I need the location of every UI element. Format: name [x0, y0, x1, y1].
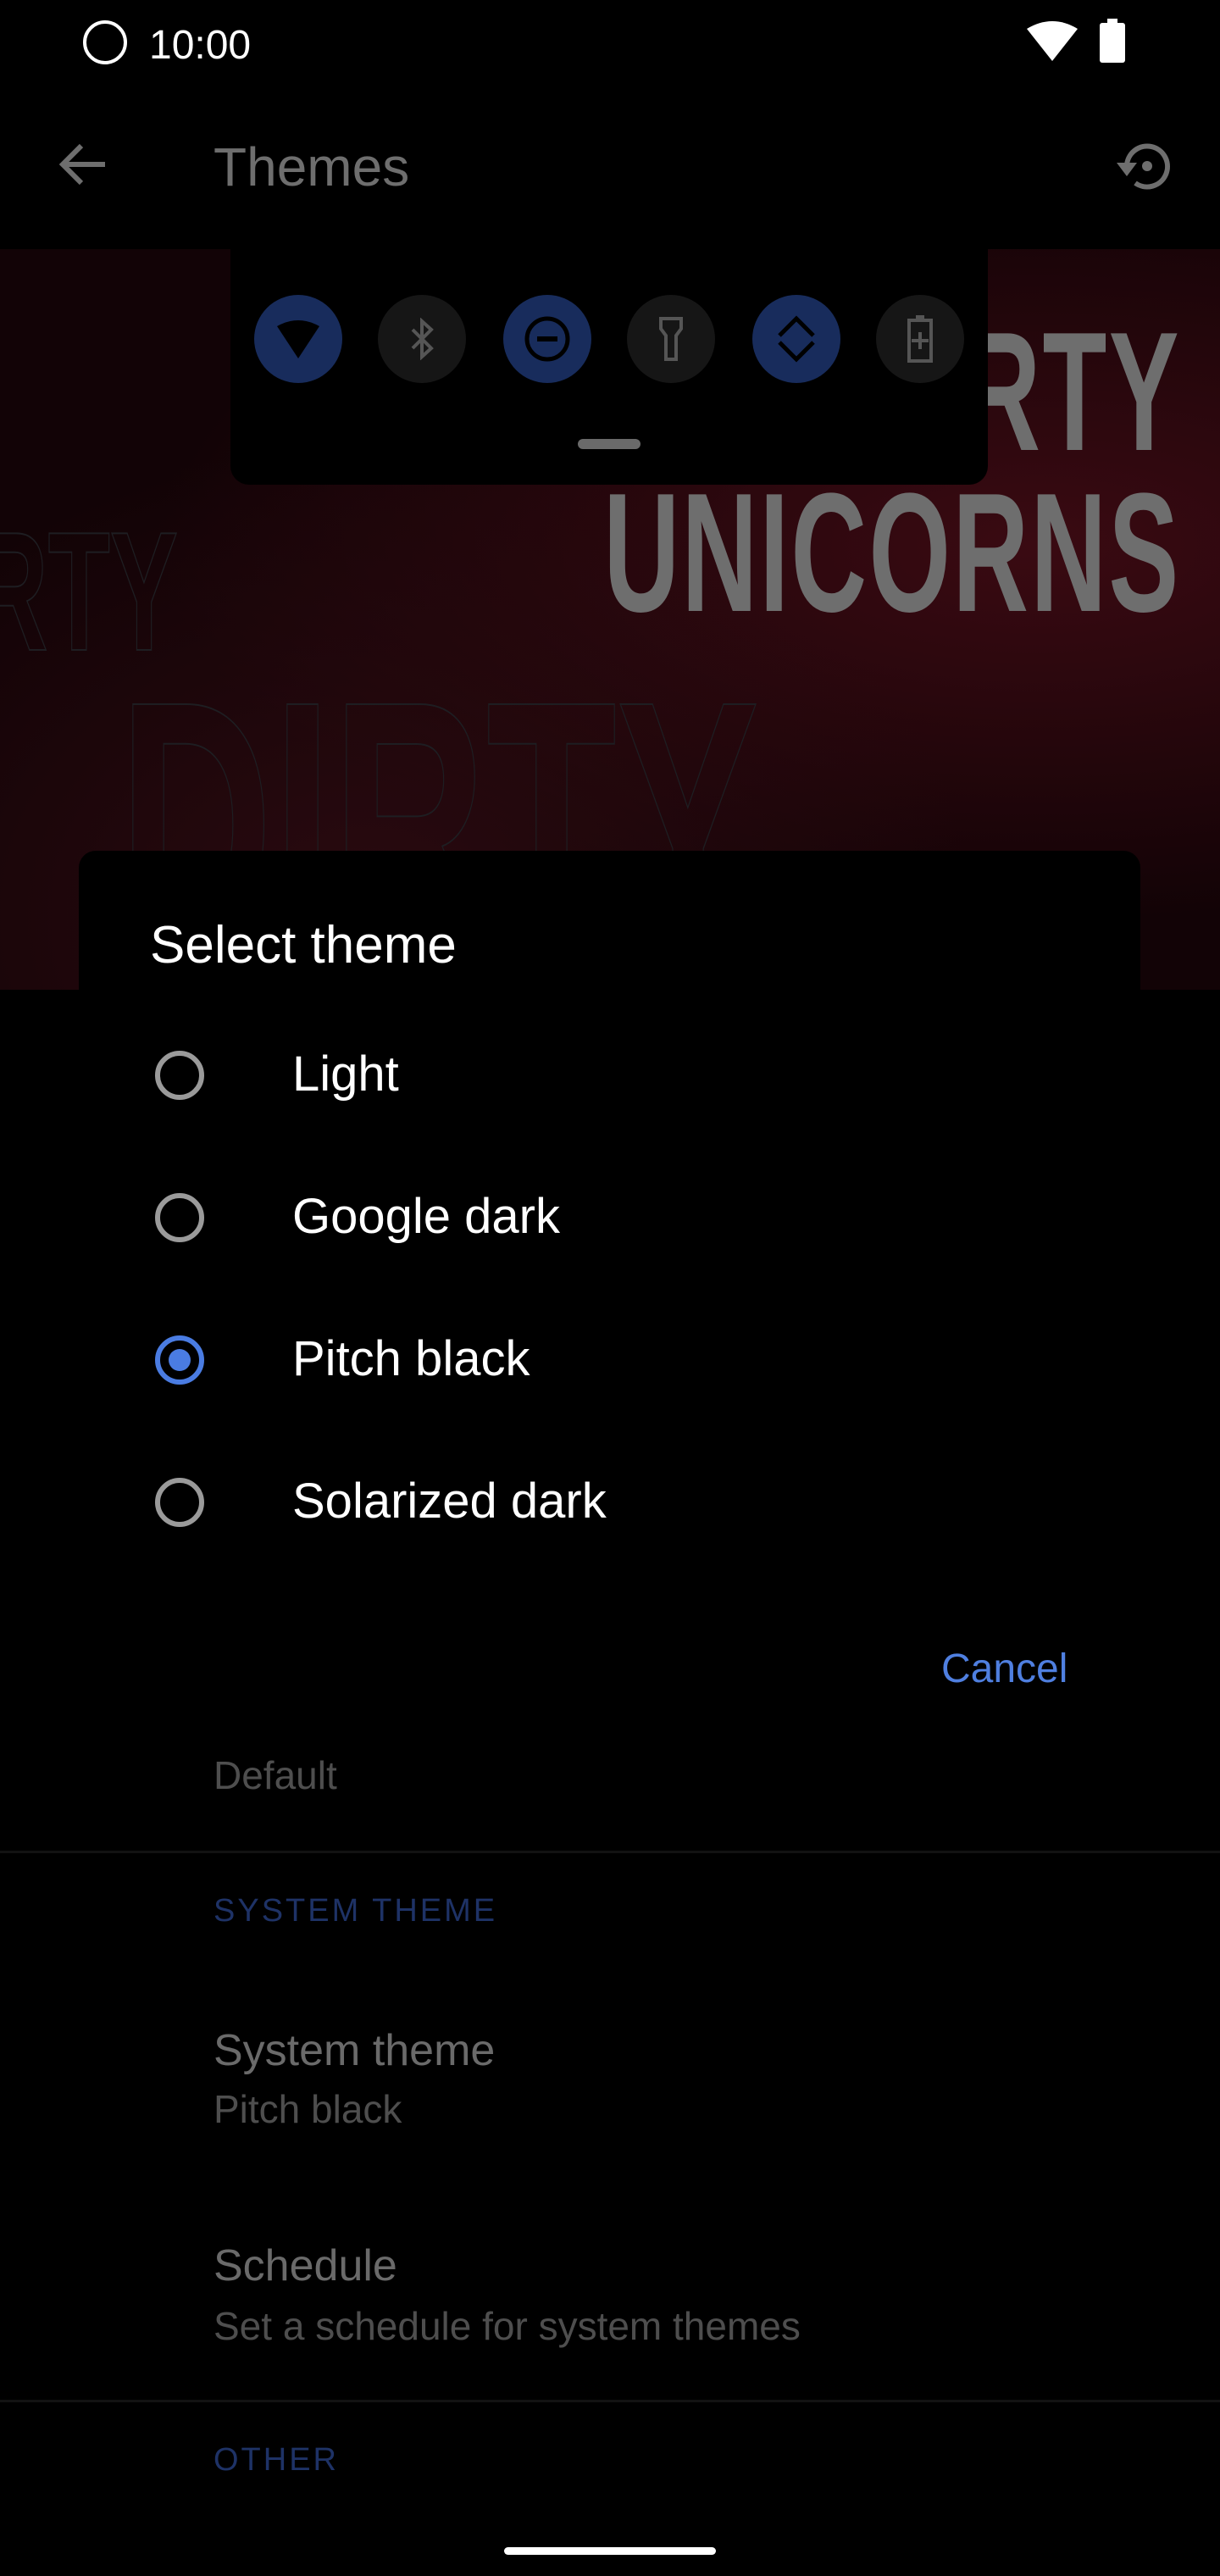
theme-option-light[interactable]: Light — [79, 1010, 1140, 1146]
pref-title: System theme — [214, 2026, 496, 2075]
pref-summary: Set a schedule for system themes — [214, 2304, 801, 2348]
dnd-tile[interactable] — [503, 295, 591, 383]
auto-rotate-tile[interactable] — [752, 295, 840, 383]
radio-button[interactable] — [155, 1478, 204, 1527]
cancel-button[interactable]: Cancel — [941, 1646, 1068, 1692]
option-label: Google dark — [292, 1189, 560, 1244]
category-system-theme: SYSTEM THEME — [214, 1893, 498, 1929]
quick-settings-panel — [230, 249, 988, 485]
option-label: Light — [292, 1046, 399, 1102]
restore-button[interactable] — [1110, 132, 1178, 200]
back-button[interactable] — [56, 137, 110, 192]
radio-button[interactable] — [155, 1051, 204, 1100]
app-logo-icon — [83, 20, 127, 64]
pref-summary: Pitch black — [214, 2087, 402, 2131]
battery-saver-tile[interactable] — [876, 295, 964, 383]
theme-option-solarized-dark[interactable]: Solarized dark — [79, 1437, 1140, 1573]
bluetooth-icon — [411, 318, 434, 360]
flashlight-icon — [659, 317, 683, 361]
divider — [0, 2400, 1220, 2402]
wifi-tile[interactable] — [254, 295, 342, 383]
divider — [0, 1851, 1220, 1853]
radio-button-selected[interactable] — [155, 1335, 204, 1385]
wifi-icon — [1027, 21, 1078, 61]
theme-option-google-dark[interactable]: Google dark — [79, 1152, 1140, 1288]
page-title: Themes — [214, 136, 410, 197]
home-indicator[interactable] — [504, 2547, 716, 2555]
radio-button[interactable] — [155, 1193, 204, 1242]
wifi-icon — [277, 320, 319, 358]
drag-handle[interactable] — [578, 439, 640, 449]
pref-title: Schedule — [214, 2241, 397, 2290]
preview-text-line: UNICORNS — [603, 458, 1181, 647]
dialog-title: Select theme — [150, 916, 457, 974]
select-theme-dialog: Select theme Light Google dark Pitch bla… — [79, 851, 1140, 1757]
status-time: 10:00 — [149, 23, 252, 68]
auto-rotate-icon — [778, 315, 815, 363]
option-label: Pitch black — [292, 1331, 530, 1386]
option-label: Solarized dark — [292, 1474, 607, 1529]
category-other: OTHER — [214, 2442, 339, 2478]
battery-icon — [1100, 19, 1125, 63]
theme-option-pitch-black[interactable]: Pitch black — [79, 1295, 1140, 1430]
battery-saver-icon — [907, 315, 933, 363]
do-not-disturb-icon — [524, 316, 570, 362]
flashlight-tile[interactable] — [627, 295, 715, 383]
bluetooth-tile[interactable] — [378, 295, 466, 383]
default-summary: Default — [214, 1753, 337, 1797]
